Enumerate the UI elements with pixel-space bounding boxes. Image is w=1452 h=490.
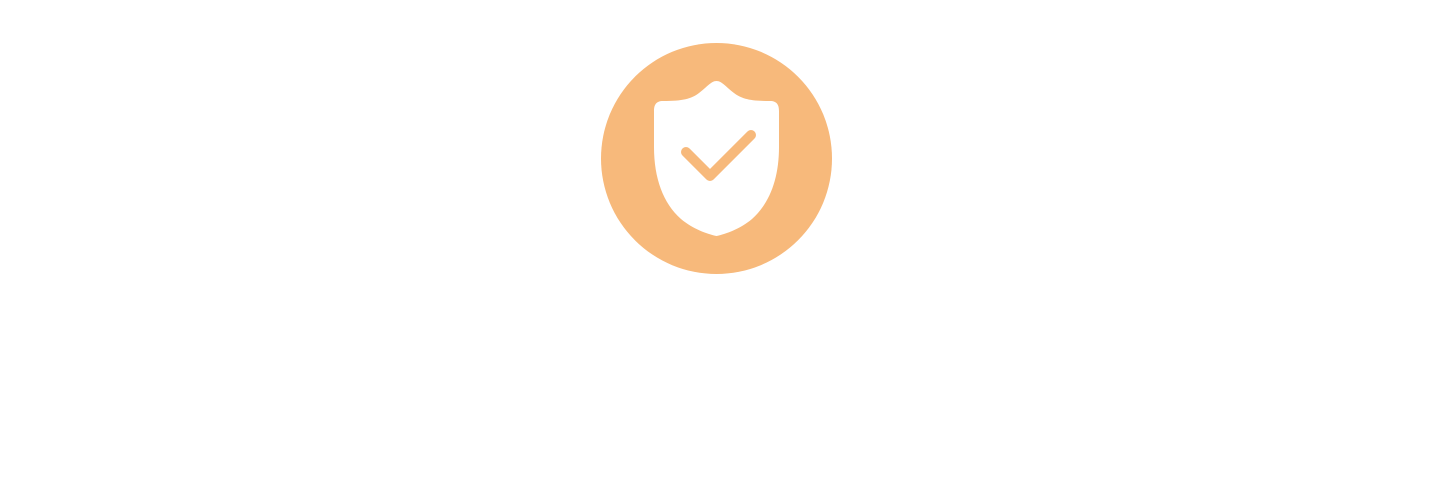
security-status-screen [0,0,1452,490]
shield-shape [654,81,779,236]
shield-check-icon [654,81,779,236]
security-badge [601,43,832,274]
